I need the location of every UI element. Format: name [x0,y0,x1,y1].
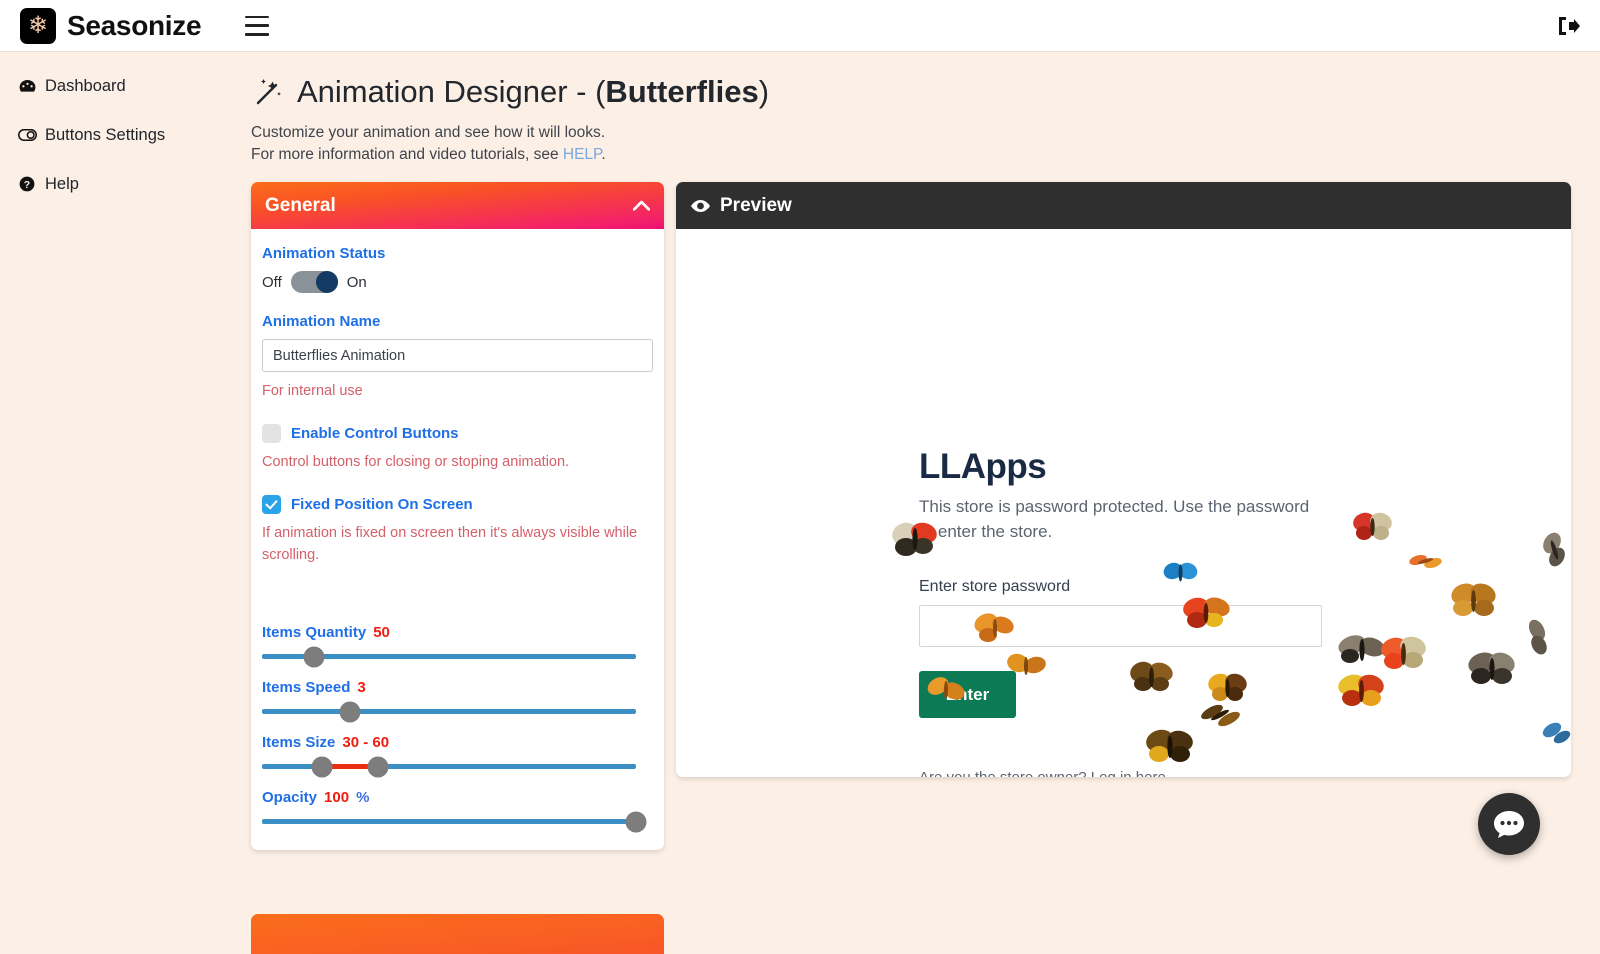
snowflake-icon: ❄ [20,7,56,44]
enable-control-buttons-hint: Control buttons for closing or stoping a… [262,454,570,470]
items-quantity-head: Items Quantity 50 [262,624,653,641]
store-password-form: LLApps This store is password protected.… [919,447,1399,718]
opacity-head: Opacity 100% [262,789,653,806]
enable-control-buttons-row[interactable]: Enable Control Buttons [262,424,653,443]
items-speed-label: Items Speed [262,679,351,696]
opacity-handle[interactable] [625,811,647,832]
butterfly-icon [1543,532,1565,567]
brand[interactable]: ❄ Seasonize [20,7,202,44]
animation-name-hint: For internal use [262,383,363,399]
enable-control-buttons-checkbox[interactable] [262,424,281,443]
page-subtitle-line2-after: . [601,146,606,163]
panels-row: General Animation Status Off On Animatio… [251,182,1571,850]
chevron-up-icon[interactable] [632,195,651,217]
sidebar-item-label: Buttons Settings [45,125,166,144]
preview-panel: Preview LLApps This store is password pr… [676,182,1571,777]
eye-icon [690,199,711,213]
store-password-input[interactable] [919,605,1322,647]
store-password-label: Enter store password [919,578,1071,595]
animation-name-input[interactable] [262,339,653,372]
store-description: This store is password protected. Use th… [919,497,1310,541]
toggle-off-label: Off [262,273,282,291]
items-quantity-label: Items Quantity [262,624,367,641]
page-title-suffix: ) [758,74,770,109]
items-size-head: Items Size 30 - 60 [262,734,653,751]
items-quantity-handle[interactable] [303,646,325,667]
opacity-track[interactable] [262,811,647,832]
butterfly-icon [1146,729,1193,762]
brand-name: Seasonize [67,9,202,41]
opacity-label: Opacity [262,789,318,806]
main-content: Animation Designer - ( Butterflies ) Cus… [237,52,1600,954]
hamburger-menu-icon[interactable] [245,15,270,36]
sidebar-item-label: Dashboard [45,76,126,95]
items-quantity-slider-block: Items Quantity 50 [262,624,653,667]
toggle-knob [315,271,338,293]
animation-status-toggle[interactable] [290,271,338,293]
toggle-on-label: On [346,273,367,291]
sidebar: Dashboard Buttons Settings ? Help [0,52,237,900]
items-size-value: 30 - 60 [342,734,390,751]
preview-body: LLApps This store is password protected.… [676,229,1571,777]
top-bar: ❄ Seasonize [0,0,1600,52]
page-subtitle-line1: Customize your animation and see how it … [251,124,606,141]
preview-panel-header: Preview [676,182,1571,229]
page-title-prefix: Animation Designer - ( [297,74,606,109]
opacity-unit: % [356,789,370,806]
animation-name-label: Animation Name [262,313,381,330]
page-title: Animation Designer - ( Butterflies ) [251,74,1600,110]
items-size-track[interactable] [262,756,636,777]
butterfly-icon [1542,722,1571,744]
items-size-handle-min[interactable] [311,756,333,777]
butterfly-icon [1528,619,1547,655]
items-speed-slider-block: Items Speed 3 [262,679,653,722]
page-subtitle-line2-before: For more information and video tutorials… [251,146,563,163]
butterfly-icon [1409,555,1442,568]
animation-status-label: Animation Status [262,245,386,262]
fixed-position-row[interactable]: Fixed Position On Screen [262,495,653,514]
butterfly-icon [1451,583,1496,616]
items-size-slider-block: Items Size 30 - 60 [262,734,653,777]
store-title: LLApps [919,447,1047,486]
items-speed-track[interactable] [262,701,636,722]
chat-bubble-icon[interactable] [1478,793,1540,855]
items-quantity-value: 50 [373,624,390,641]
items-quantity-track[interactable] [262,646,636,667]
items-speed-handle[interactable] [339,701,361,722]
tachometer-icon [17,79,37,94]
items-speed-head: Items Speed 3 [262,679,653,696]
opacity-value: 100 [324,789,350,806]
general-panel-header[interactable]: General [251,182,664,229]
opacity-slider-block: Opacity 100% [262,789,653,832]
preview-panel-title: Preview [720,194,792,216]
items-size-handle-max[interactable] [367,756,389,777]
items-size-label: Items Size [262,734,336,751]
toggle-icon [17,129,37,141]
animation-status-toggle-row: Off On [262,271,653,293]
page-subtitle: Customize your animation and see how it … [251,122,1600,166]
general-panel-body: Animation Status Off On Animation Name F… [251,229,664,850]
sidebar-item-dashboard[interactable]: Dashboard [0,70,237,102]
store-owner-login-link[interactable]: Are you the store owner? Log in here [919,769,1166,777]
magic-wand-icon [251,76,284,109]
general-panel: General Animation Status Off On Animatio… [251,182,664,850]
next-panel-header[interactable] [251,914,664,954]
logout-icon[interactable] [1556,14,1582,38]
general-panel-title: General [265,194,336,216]
enable-control-buttons-label: Enable Control Buttons [291,425,459,442]
page-title-bold: Butterflies [605,74,759,109]
page-subtitle-line2: For more information and video tutorials… [251,144,1600,166]
svg-text:?: ? [24,179,30,191]
sidebar-item-buttons-settings[interactable]: Buttons Settings [0,119,237,151]
question-circle-icon: ? [17,176,37,192]
fixed-position-label: Fixed Position On Screen [291,496,473,513]
help-link[interactable]: HELP [563,146,602,163]
enter-button[interactable]: Enter [919,671,1016,718]
sidebar-item-help[interactable]: ? Help [0,168,237,200]
sidebar-item-label: Help [45,174,79,193]
fixed-position-hint: If animation is fixed on screen then it'… [262,525,638,563]
fixed-position-checkbox[interactable] [262,495,281,514]
items-speed-value: 3 [357,679,366,696]
butterfly-icon [1468,652,1515,684]
